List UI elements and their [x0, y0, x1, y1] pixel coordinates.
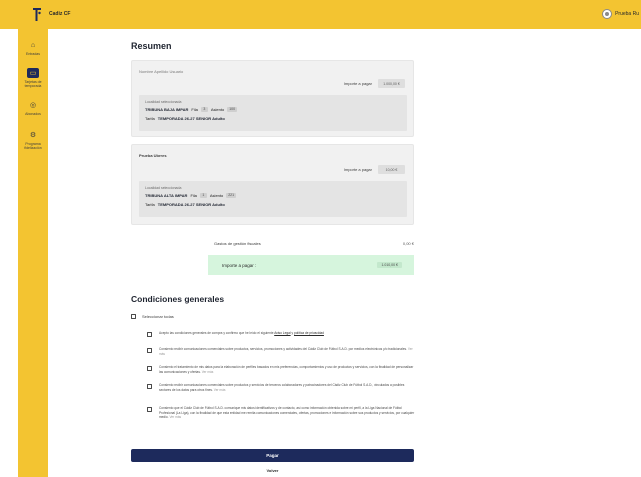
- condition-checkbox[interactable]: [147, 332, 152, 337]
- price-row: Importe a pagar 10,00 €: [344, 165, 405, 174]
- condition-item: Consiento el tratamiento de mis datos pa…: [147, 365, 415, 374]
- card-title: Prueba Ubrres: [139, 153, 167, 158]
- back-link[interactable]: Volver: [131, 468, 414, 473]
- condition-text-part: Consiento recibir comunicaciones comerci…: [159, 383, 405, 392]
- price-value: 1.000,00 €: [378, 79, 405, 88]
- fee-value: 0,00 €: [402, 240, 414, 246]
- user-name[interactable]: Prueba Ru: [615, 11, 639, 17]
- select-all-row[interactable]: Seleccionar todas: [131, 314, 174, 319]
- top-bar: Cadiz CF Prueba Ru: [0, 0, 641, 29]
- condition-item: Acepto las condiciones generales de comp…: [147, 331, 415, 337]
- summary-card: Nombre Apellido Usuario Importe a pagar …: [131, 60, 414, 137]
- user-menu[interactable]: Prueba Ru: [602, 9, 639, 19]
- total-row: Importe a pagar : 1.010,00 €: [208, 255, 414, 275]
- price-label: Importe a pagar: [343, 167, 372, 172]
- summary-card: Prueba Ubrres Importe a pagar 10,00 € Lo…: [131, 144, 414, 225]
- location-box: Localidad seleccionada TRIBUNA BAJA IMPA…: [139, 95, 407, 131]
- sidebar-item-entradas[interactable]: ⌂ Entradas: [18, 41, 48, 56]
- sidebar-item-label: Abonados: [25, 112, 41, 116]
- fee-label: Gastos de gestión fiscales: [214, 240, 261, 246]
- location-box: Localidad seleccionada TRIBUNA ALTA IMPA…: [139, 181, 407, 217]
- sidebar-item-fidelizacion[interactable]: ⚙ Programa fidelización: [18, 131, 48, 150]
- rate-value: TEMPORADA 26-27 SENIOR Adulto: [157, 116, 225, 121]
- condition-text: Consiento recibir comunicaciones comerci…: [159, 347, 415, 356]
- privacy-policy-link[interactable]: política de privacidad: [294, 331, 324, 335]
- row-label: Fila: [191, 107, 198, 112]
- main-content: Resumen Nombre Apellido Usuario Importe …: [48, 29, 641, 477]
- condition-text: Consiento el tratamiento de mis datos pa…: [159, 365, 415, 374]
- condition-checkbox[interactable]: [147, 348, 152, 353]
- summary-title: Resumen: [131, 41, 172, 51]
- location-caption: Localidad seleccionada: [145, 186, 182, 190]
- sidebar: ⌂ Entradas ▭ Tarjetas de temporada ◎ Abo…: [18, 29, 48, 477]
- seat-value: 100: [227, 107, 238, 112]
- row-value: 1: [199, 193, 207, 198]
- pay-button[interactable]: Pagar: [131, 449, 414, 462]
- sidebar-item-label: Programa fidelización: [24, 142, 42, 150]
- sidebar-item-abonados[interactable]: ◎ Abonados: [18, 101, 48, 116]
- condition-text-part: Consiento recibir comunicaciones comerci…: [159, 347, 408, 351]
- club-logo-icon[interactable]: [32, 6, 42, 22]
- rate-value: TEMPORADA 26-27 SENIOR Adulto: [157, 202, 225, 207]
- sidebar-item-tarjetas[interactable]: ▭ Tarjetas de temporada: [18, 68, 48, 88]
- see-more-link[interactable]: Ver más: [201, 370, 214, 374]
- settings-icon: ⚙: [29, 132, 37, 139]
- conditions-title: Condiciones generales: [131, 294, 225, 304]
- condition-item: Consiento recibir comunicaciones comerci…: [147, 383, 415, 392]
- condition-checkbox[interactable]: [147, 366, 152, 371]
- avatar-icon[interactable]: [602, 9, 613, 19]
- condition-text-part: Acepto las condiciones generales de comp…: [159, 331, 275, 335]
- condition-text-part: Consiento que el Cádiz Club de Fútbol S.…: [159, 406, 415, 419]
- management-fee-row: Gastos de gestión fiscales 0,00 €: [214, 238, 414, 248]
- rate-details: Tarifa TEMPORADA 26-27 SENIOR Adulto: [145, 116, 225, 121]
- row-value: 3: [200, 107, 208, 112]
- condition-checkbox[interactable]: [147, 407, 152, 412]
- total-value: 1.010,00 €: [377, 262, 402, 268]
- rate-details: Tarifa TEMPORADA 26-27 SENIOR Adulto: [145, 202, 225, 207]
- row-label: Fila: [190, 193, 197, 198]
- condition-text-part: Consiento el tratamiento de mis datos pa…: [159, 365, 414, 374]
- rate-label: Tarifa: [145, 116, 155, 121]
- sidebar-item-label: Tarjetas de temporada: [24, 80, 42, 88]
- price-label: Importe a pagar: [343, 81, 372, 86]
- home-icon: ⌂: [30, 42, 36, 49]
- location-details: TRIBUNA BAJA IMPAR Fila 3 Asiento 100: [145, 107, 238, 112]
- card-title: Nombre Apellido Usuario: [139, 69, 184, 74]
- sidebar-item-label: Entradas: [25, 52, 40, 56]
- see-more-link[interactable]: Ver más: [169, 415, 181, 419]
- condition-item: Consiento recibir comunicaciones comerci…: [147, 347, 415, 356]
- condition-checkbox[interactable]: [147, 384, 152, 389]
- condition-text: Consiento que el Cádiz Club de Fútbol S.…: [159, 406, 415, 420]
- see-more-link[interactable]: Ver más: [213, 388, 226, 392]
- condition-text: Consiento recibir comunicaciones comerci…: [159, 383, 415, 392]
- shop-icon: ◎: [29, 102, 37, 109]
- ticket-icon: ▭: [27, 68, 39, 78]
- seat-label: Asiento: [209, 193, 224, 198]
- location-details: TRIBUNA ALTA IMPAR Fila 1 Asiento 221: [145, 193, 237, 198]
- legal-notice-link[interactable]: Aviso Legal: [274, 331, 290, 335]
- price-value: 10,00 €: [378, 165, 405, 174]
- seat-label: Asiento: [210, 107, 225, 112]
- seat-value: 221: [226, 193, 237, 198]
- location-caption: Localidad seleccionada: [145, 100, 182, 104]
- condition-text: Acepto las condiciones generales de comp…: [159, 331, 324, 336]
- condition-item: Consiento que el Cádiz Club de Fútbol S.…: [147, 406, 415, 420]
- app-title: Cadiz CF: [49, 11, 71, 17]
- rate-label: Tarifa: [145, 202, 155, 207]
- select-all-checkbox[interactable]: [131, 314, 136, 319]
- stand-name: TRIBUNA ALTA IMPAR: [145, 193, 188, 198]
- total-label: Importe a pagar :: [222, 262, 257, 268]
- price-row: Importe a pagar 1.000,00 €: [344, 79, 405, 88]
- select-all-label[interactable]: Seleccionar todas: [142, 314, 174, 319]
- stand-name: TRIBUNA BAJA IMPAR: [145, 107, 189, 112]
